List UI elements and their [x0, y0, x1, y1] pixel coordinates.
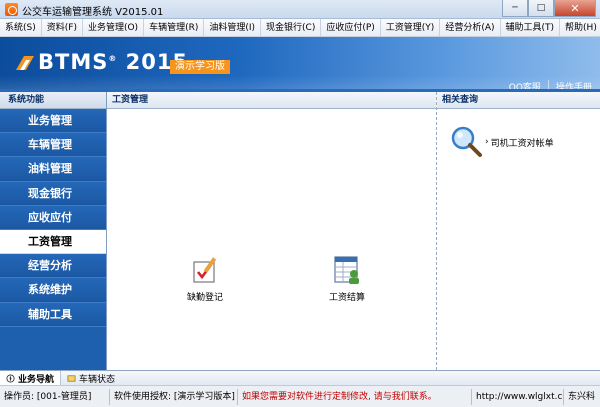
- menu-cash-bank[interactable]: 现金银行(C): [261, 18, 322, 37]
- magnifier-icon: [451, 126, 482, 157]
- title-bar: 公交车运输管理系统 V2015.01 ─ □ ✕: [0, 0, 600, 19]
- main-panel-title: 工资管理: [107, 92, 436, 109]
- tab-vehicle-status-label: 车辆状态: [79, 374, 116, 385]
- menu-fuel[interactable]: 油料管理(I): [204, 18, 262, 37]
- tab-vehicle-status[interactable]: 车辆状态: [61, 371, 121, 386]
- edition-badge: 演示学习版: [170, 60, 230, 74]
- attendance-tile[interactable]: 缺勤登记: [173, 254, 237, 303]
- bottom-tabs: 业务导航 车辆状态: [0, 370, 600, 386]
- menu-system[interactable]: 系统(S): [0, 18, 42, 37]
- banner: BTMS® 2015 演示学习版 QQ客服 | 操作手册: [0, 37, 600, 93]
- sidebar-item-analysis[interactable]: 经营分析: [0, 254, 106, 279]
- settlement-tile[interactable]: 工资结算: [315, 254, 379, 303]
- app-icon: [5, 3, 18, 16]
- status-company: 东兴科: [568, 391, 596, 402]
- related-query-panel: 相关查询 › 司机工资对帐单: [436, 92, 600, 370]
- sidebar-item-tools[interactable]: 辅助工具: [0, 302, 106, 327]
- settlement-label: 工资结算: [328, 293, 365, 303]
- menu-help[interactable]: 帮助(H): [560, 19, 600, 37]
- window-title: 公交车运输管理系统 V2015.01: [22, 7, 164, 18]
- sidebar-item-salary[interactable]: 工资管理: [0, 229, 106, 255]
- sidebar-item-vehicle[interactable]: 车辆管理: [0, 133, 106, 158]
- compass-icon: [6, 373, 15, 383]
- salary-settlement-icon: [334, 256, 359, 284]
- close-button[interactable]: ✕: [554, 0, 596, 17]
- status-notice: 如果您需要对软件进行定制修改, 请与我们联系。: [238, 388, 472, 405]
- window-controls: ─ □ ✕: [502, 0, 596, 17]
- status-operator: 操作员: [001-管理员]: [0, 388, 110, 405]
- sidebar-title: 系统功能: [0, 92, 106, 109]
- menu-data[interactable]: 资料(F): [42, 18, 83, 37]
- sidebar-item-cash-bank[interactable]: 现金银行: [0, 181, 106, 206]
- sidebar-item-receivable[interactable]: 应收应付: [0, 205, 106, 230]
- tab-business-nav[interactable]: 业务导航: [0, 370, 62, 386]
- menu-vehicle[interactable]: 车辆管理(R): [144, 18, 205, 37]
- attendance-label: 缺勤登记: [186, 293, 223, 303]
- sidebar-item-maintenance[interactable]: 系统维护: [0, 278, 106, 303]
- product-logo: BTMS® 2015: [38, 50, 189, 74]
- sidebar-item-business[interactable]: 业务管理: [0, 109, 106, 134]
- sidebar-item-fuel[interactable]: 油料管理: [0, 157, 106, 182]
- attendance-register-icon: [193, 257, 217, 283]
- status-license: 软件使用授权: [演示学习版本]: [110, 388, 238, 405]
- menu-analysis[interactable]: 经营分析(A): [440, 18, 501, 37]
- driver-salary-statement-link[interactable]: › 司机工资对帐单: [449, 125, 554, 159]
- minimize-button[interactable]: ─: [502, 0, 528, 17]
- driver-salary-statement-label: 司机工资对帐单: [490, 138, 554, 149]
- related-link-arrow: ›: [485, 137, 489, 147]
- main-panel: 工资管理 缺勤登记 工资结算: [106, 92, 436, 370]
- logo-mark-icon: [16, 56, 34, 70]
- status-bar: 操作员: [001-管理员] 软件使用授权: [演示学习版本] 如果您需要对软件…: [0, 385, 600, 407]
- status-website[interactable]: http://www.wlglxt.com: [472, 388, 564, 405]
- menu-receivable[interactable]: 应收应付(P): [321, 18, 381, 37]
- menu-tools[interactable]: 辅助工具(T): [501, 18, 561, 37]
- tab-business-nav-label: 业务导航: [18, 374, 55, 385]
- vehicle-status-icon: [67, 374, 76, 382]
- maximize-button[interactable]: □: [528, 0, 554, 17]
- sidebar: 系统功能 业务管理 车辆管理 油料管理 现金银行 应收应付 工资管理 经营分析 …: [0, 92, 106, 370]
- menu-bar: 系统(S) 资料(F) 业务管理(O) 车辆管理(R) 油料管理(I) 现金银行…: [0, 18, 600, 37]
- menu-business[interactable]: 业务管理(O): [83, 18, 145, 37]
- related-query-title: 相关查询: [437, 92, 600, 109]
- menu-salary[interactable]: 工资管理(Y): [381, 18, 441, 37]
